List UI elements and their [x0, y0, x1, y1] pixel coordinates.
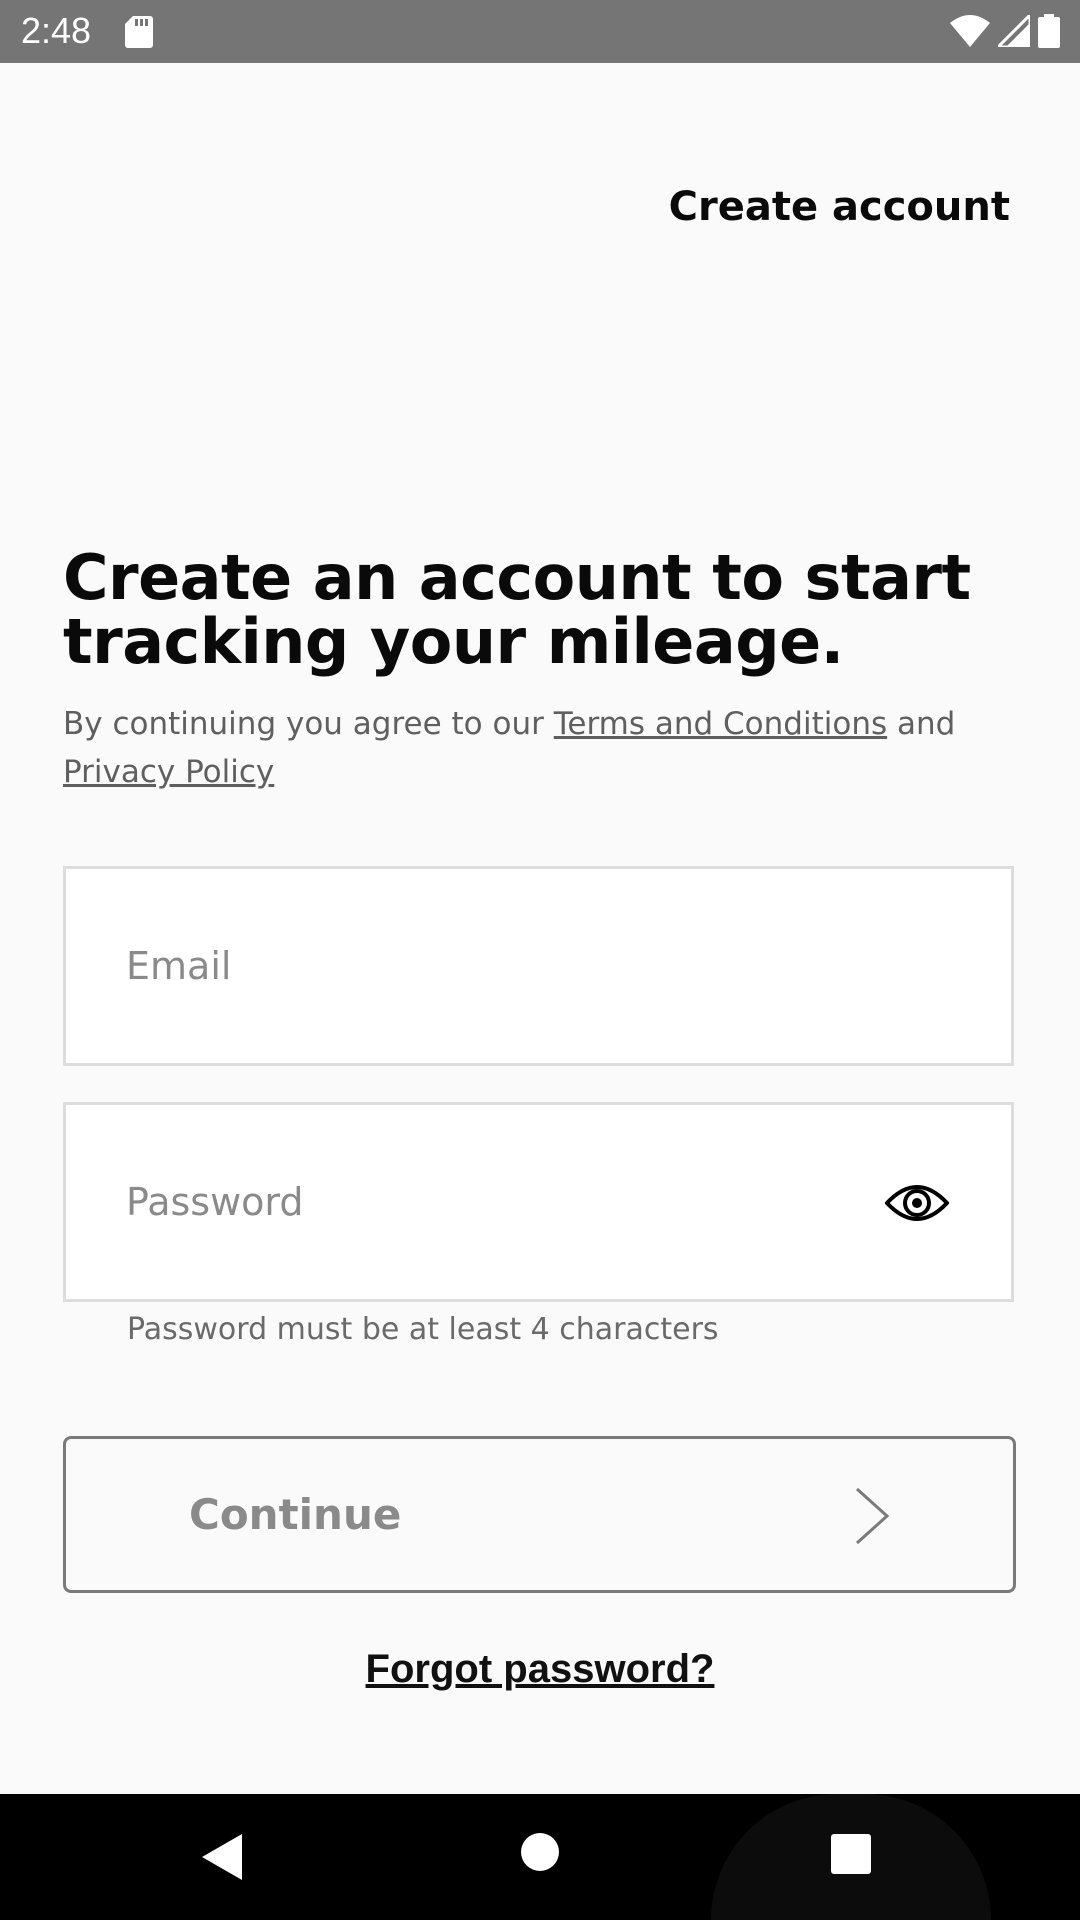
status-time: 2:48 [21, 10, 92, 51]
cell-signal-icon [998, 15, 1030, 47]
sd-card-icon [125, 16, 153, 48]
system-nav-bar [0, 1794, 1080, 1920]
create-account-button[interactable]: Create account [669, 180, 1010, 234]
forgot-password-link[interactable]: Forgot password? [366, 1647, 715, 1691]
create-account-screen: 2:48 Create account Create an account to… [0, 0, 1080, 1920]
continue-button[interactable]: Continue [63, 1436, 1016, 1593]
page-title: Create an account to start tracking your… [63, 541, 971, 678]
recent-apps-icon[interactable] [831, 1834, 871, 1874]
status-icons [950, 14, 1060, 48]
legal-prefix: By continuing you agree to our [63, 706, 554, 742]
email-field-container [63, 866, 1014, 1066]
eye-icon[interactable] [885, 1175, 949, 1231]
continue-label: Continue [189, 1490, 402, 1539]
privacy-link[interactable]: Privacy Policy [63, 754, 274, 790]
status-bar: 2:48 [0, 0, 1080, 63]
wifi-icon [950, 15, 990, 47]
email-field[interactable] [126, 869, 906, 1063]
forgot-password-row: Forgot password? [0, 1640, 1080, 1698]
battery-icon [1038, 14, 1060, 48]
legal-text: By continuing you agree to our Terms and… [63, 700, 1023, 796]
terms-link[interactable]: Terms and Conditions [554, 706, 887, 742]
password-field[interactable] [126, 1105, 906, 1299]
password-field-container [63, 1102, 1014, 1302]
legal-and: and [887, 706, 956, 742]
password-helper-text: Password must be at least 4 characters [127, 1312, 719, 1347]
chevron-right-icon [855, 1487, 890, 1545]
home-icon[interactable] [520, 1832, 560, 1872]
back-icon[interactable] [202, 1834, 246, 1880]
